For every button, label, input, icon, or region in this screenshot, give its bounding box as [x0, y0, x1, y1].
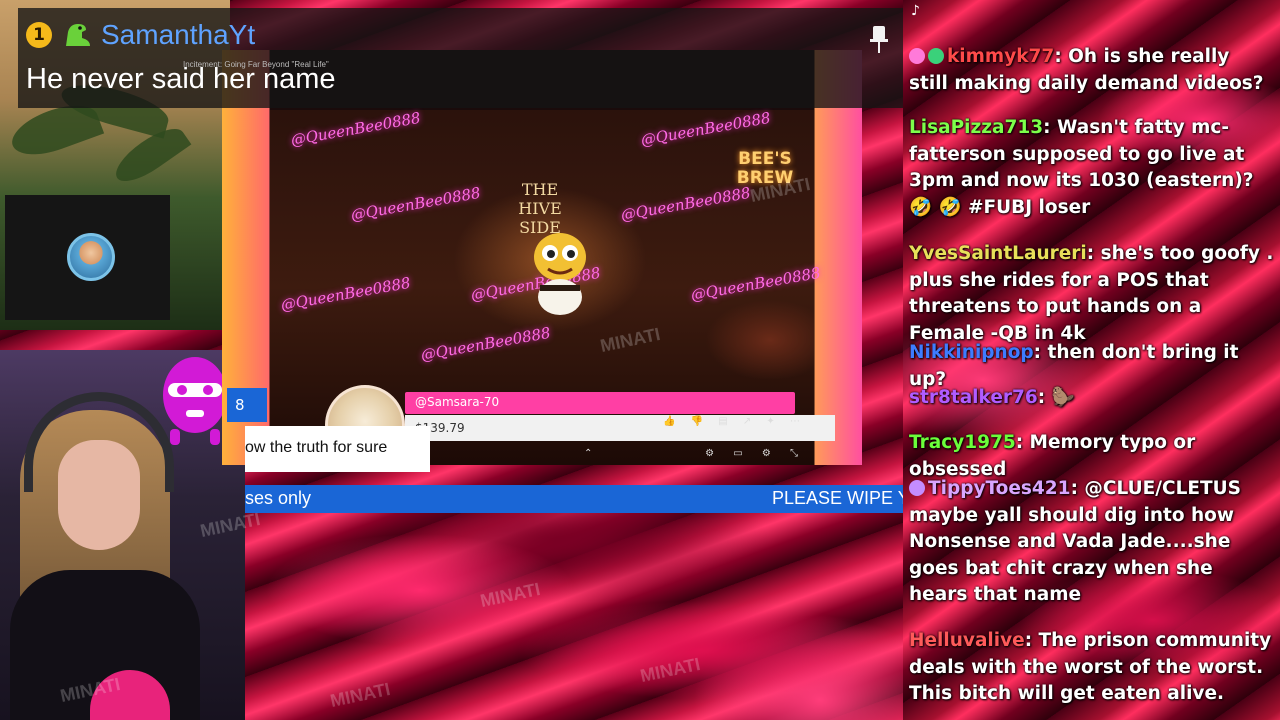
chat-message: YvesSaintLaureri: she's too goofy . plus…: [909, 241, 1274, 347]
count-badge: 8: [227, 388, 267, 422]
caption-username: SamanthaYt: [101, 19, 256, 50]
chat-message: LisaPizza713: Wasn't fatty mc-fatterson …: [909, 115, 1274, 221]
caption-message: He never said her name: [26, 63, 336, 95]
rank-badge: 1: [26, 22, 52, 48]
donation-name: @Samsara-70: [405, 392, 795, 414]
video-player[interactable]: @QueenBee0888 @QueenBee0888 @QueenBee088…: [222, 50, 862, 465]
bees-brew-sign: BEE'S BREW: [736, 149, 794, 188]
chat-username[interactable]: kimmyk77: [947, 46, 1054, 67]
chat-badge-icon: [928, 48, 944, 64]
video-tag: @QueenBee0888: [289, 108, 422, 150]
bee-mascot-icon: [534, 233, 586, 315]
chat-message: str8talker76: 🦫: [909, 385, 1274, 412]
avatar: [67, 233, 115, 281]
chat-badge-icon: [909, 48, 925, 64]
chat-username[interactable]: YvesSaintLaureri: [909, 243, 1087, 264]
video-settings-icons[interactable]: ⚙ ▭ ⚙ ⤡: [705, 448, 806, 459]
chat-username[interactable]: LisaPizza713: [909, 117, 1043, 138]
caption-banner: 1 SamanthaYt Incitement: Going Far Beyon…: [18, 8, 908, 108]
hive-sign: THE HIVE SIDE: [518, 180, 562, 237]
mask-mascot-icon: [163, 357, 227, 445]
ticker-text-right: PLEASE WIPE Y: [772, 488, 910, 508]
video-content: @QueenBee0888 @QueenBee0888 @QueenBee088…: [270, 108, 835, 465]
ticker-text-left: ses only: [245, 488, 312, 508]
video-tag: @QueenBee0888: [419, 323, 552, 365]
tiktok-icon: ♪: [911, 3, 920, 19]
chat-username[interactable]: Helluvalive: [909, 630, 1025, 651]
chevron-up-icon[interactable]: ⌃: [584, 448, 592, 459]
chat-text: : 🦫: [1037, 387, 1075, 408]
overlay-text-box: ow the truth for sure: [245, 426, 430, 472]
chat-username[interactable]: Nikkinipnop: [909, 342, 1034, 363]
video-tag: @QueenBee0888: [619, 183, 752, 225]
chat-username[interactable]: TippyToes421: [928, 478, 1071, 499]
video-tag: @QueenBee0888: [349, 183, 482, 225]
dino-icon: [66, 24, 90, 46]
video-tag: @QueenBee0888: [689, 263, 822, 305]
guest-avatar-panel: [5, 195, 170, 320]
chat-username[interactable]: str8talker76: [909, 387, 1038, 408]
chat-username[interactable]: Tracy1975: [909, 432, 1016, 453]
video-tag: @QueenBee0888: [279, 273, 412, 315]
chat-badge-icon: [909, 480, 925, 496]
chat-message: TippyToes421: @CLUE/CLETUS maybe yall sh…: [909, 476, 1274, 609]
video-action-icons[interactable]: 👍 👎 ▤ ↗ ✦ ⋯: [663, 416, 806, 427]
chat-panel[interactable]: ♪ kimmyk77: Oh is she really still makin…: [903, 0, 1280, 720]
news-ticker: ses only PLEASE WIPE Y: [245, 485, 910, 513]
chat-message: Helluvalive: The prison community deals …: [909, 628, 1274, 708]
pin-icon[interactable]: [869, 24, 889, 54]
video-tag: @QueenBee0888: [639, 108, 772, 150]
chat-message: kimmyk77: Oh is she really still making …: [909, 44, 1274, 97]
